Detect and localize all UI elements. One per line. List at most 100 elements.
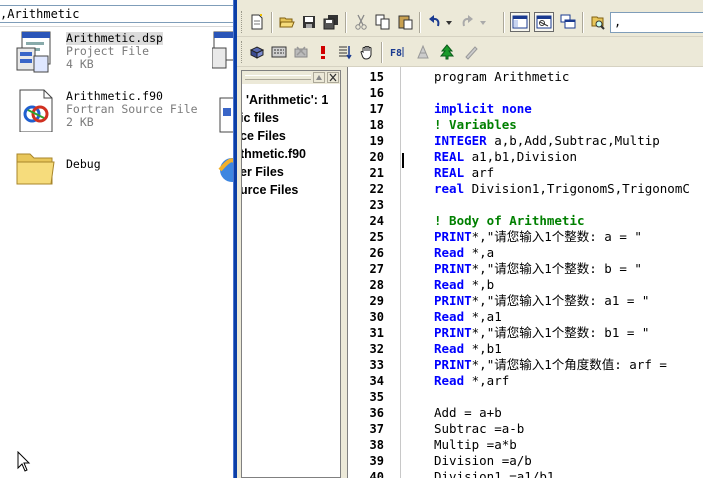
- wizard-icon[interactable]: [413, 42, 433, 62]
- code-keyword: Read: [434, 309, 465, 324]
- ide-window: , F8 'Arithmetic': 1 ic files ce Files t…: [237, 0, 703, 478]
- stop-build-icon[interactable]: [291, 42, 311, 62]
- code-comment: ! Variables: [434, 117, 517, 132]
- line-number: 39: [369, 454, 384, 468]
- folder-item-debug[interactable]: Debug: [14, 146, 233, 194]
- line-number: 22: [369, 182, 384, 196]
- file-item-arithmetic-dsp[interactable]: Arithmetic.dsp Project File 4 KB: [14, 30, 233, 78]
- line-number: 25: [369, 230, 384, 244]
- code-keyword: INTEGER: [434, 133, 487, 148]
- output-icon[interactable]: [534, 12, 554, 32]
- code-keyword: Read: [434, 341, 465, 356]
- code-keyword: REAL: [434, 165, 465, 180]
- code-comment: ! Body of Arithmetic: [434, 213, 585, 228]
- dsp-project-icon: [14, 30, 56, 74]
- file-view-tree: 'Arithmetic': 1 ic files ce Files thmeti…: [242, 89, 340, 469]
- line-number: 29: [369, 294, 384, 308]
- line-number: 21: [369, 166, 384, 180]
- toolbar-grip[interactable]: [241, 11, 244, 33]
- tree-icon[interactable]: [437, 42, 457, 62]
- execute-icon[interactable]: [313, 42, 333, 62]
- code-text: *,"请您输入1个角度数值: arf =: [471, 357, 667, 372]
- line-number: 15: [369, 70, 384, 84]
- pencil-icon[interactable]: [461, 42, 481, 62]
- line-number: 17: [369, 102, 384, 116]
- tree-item-workspace[interactable]: 'Arithmetic': 1: [246, 93, 328, 107]
- tree-item-resource-files[interactable]: urce Files: [242, 183, 298, 197]
- find-combo-input[interactable]: ,: [610, 12, 703, 33]
- workspace-icon[interactable]: [510, 12, 530, 32]
- save-all-icon[interactable]: [321, 12, 341, 32]
- code-text: *,"请您输入1个整数: b1 = ": [471, 325, 650, 340]
- code-line: REAL a1,b1,Division: [434, 149, 577, 165]
- toolbar-grip[interactable]: [241, 41, 244, 63]
- workspace-panel-header[interactable]: [242, 71, 340, 85]
- code-line: Read *,b1: [434, 341, 502, 357]
- file-size: 4 KB: [66, 57, 94, 71]
- save-icon[interactable]: [299, 12, 319, 32]
- code-line: REAL arf: [434, 165, 494, 181]
- code-text: Multip =a*b: [434, 437, 517, 452]
- tree-item-files[interactable]: ic files: [242, 111, 279, 125]
- line-number: 16: [369, 86, 384, 100]
- panel-maximize-icon[interactable]: [313, 72, 325, 83]
- code-text: program Arithmetic: [434, 69, 570, 84]
- file-size: 2 KB: [66, 115, 94, 129]
- build-icon[interactable]: [269, 42, 289, 62]
- code-text: Division1,TrigonomS,TrigonomC: [464, 181, 690, 196]
- find-in-files-icon[interactable]: [588, 12, 608, 32]
- code-line: ! Variables: [434, 117, 517, 133]
- tree-item-arithmetic-f90[interactable]: thmetic.f90: [242, 147, 306, 161]
- line-number: 32: [369, 342, 384, 356]
- line-number: 31: [369, 326, 384, 340]
- code-line: Division =a/b: [434, 453, 532, 469]
- address-text: Arithmetic: [7, 7, 80, 21]
- workspace-panel: 'Arithmetic': 1 ic files ce Files thmeti…: [241, 70, 341, 478]
- code-keyword: PRINT: [434, 357, 472, 372]
- code-keyword: PRINT: [434, 229, 472, 244]
- code-keyword: PRINT: [434, 293, 472, 308]
- cut-icon[interactable]: [351, 12, 371, 32]
- code-line: Multip =a*b: [434, 437, 517, 453]
- code-editor[interactable]: 15 16 17 18 19 20 21 22 23 24 25 26 27 28 29 30 31 32 33 34…: [347, 67, 703, 478]
- f8-help-icon[interactable]: F8: [389, 42, 409, 62]
- standard-toolbar: ,: [237, 8, 703, 37]
- code-line: PRINT*,"请您输入1个整数: a1 = ": [434, 293, 649, 309]
- line-number: 30: [369, 310, 384, 324]
- tree-item-header-files[interactable]: er Files: [242, 165, 284, 179]
- panel-close-icon[interactable]: [327, 72, 339, 83]
- go-icon[interactable]: [335, 42, 355, 62]
- open-icon[interactable]: [277, 12, 297, 32]
- code-line: PRINT*,"请您输入1个整数: b1 = ": [434, 325, 649, 341]
- line-number: 20: [369, 150, 384, 164]
- copy-icon[interactable]: [373, 12, 393, 32]
- line-number: 37: [369, 422, 384, 436]
- address-input[interactable]: ,Arithmetic: [0, 5, 233, 23]
- line-number: 19: [369, 134, 384, 148]
- line-number-gutter: 15 16 17 18 19 20 21 22 23 24 25 26 27 28 29 30 31 32 33 34…: [348, 67, 401, 478]
- new-file-icon[interactable]: [247, 12, 267, 32]
- code-text: *,"请您输入1个整数: b = ": [471, 261, 642, 276]
- line-number: 26: [369, 246, 384, 260]
- code-line: PRINT*,"请您输入1个整数: b = ": [434, 261, 642, 277]
- code-text: *,b: [464, 277, 495, 292]
- build-toolbar: F8: [237, 38, 703, 67]
- undo-icon[interactable]: [425, 12, 455, 32]
- compile-icon[interactable]: [247, 42, 267, 62]
- partial-icon-column: [212, 28, 233, 198]
- code-keyword: Read: [434, 277, 465, 292]
- code-keyword: PRINT: [434, 261, 472, 276]
- text-caret: [402, 153, 404, 168]
- paste-icon[interactable]: [395, 12, 415, 32]
- code-keyword: implicit none: [434, 101, 532, 116]
- window-list-icon[interactable]: [558, 12, 578, 32]
- code-text: Division1 =a1/b1: [434, 469, 555, 478]
- code-keyword: PRINT: [434, 325, 472, 340]
- redo-icon[interactable]: [459, 12, 489, 32]
- mouse-cursor-icon: [17, 450, 31, 476]
- breakpoint-hand-icon[interactable]: [357, 42, 377, 62]
- code-line: Read *,arf: [434, 373, 509, 389]
- code-text: Add = a+b: [434, 405, 502, 420]
- file-item-arithmetic-f90[interactable]: Arithmetic.f90 Fortran Source File 2 KB: [14, 88, 233, 136]
- tree-item-source-files[interactable]: ce Files: [242, 129, 286, 143]
